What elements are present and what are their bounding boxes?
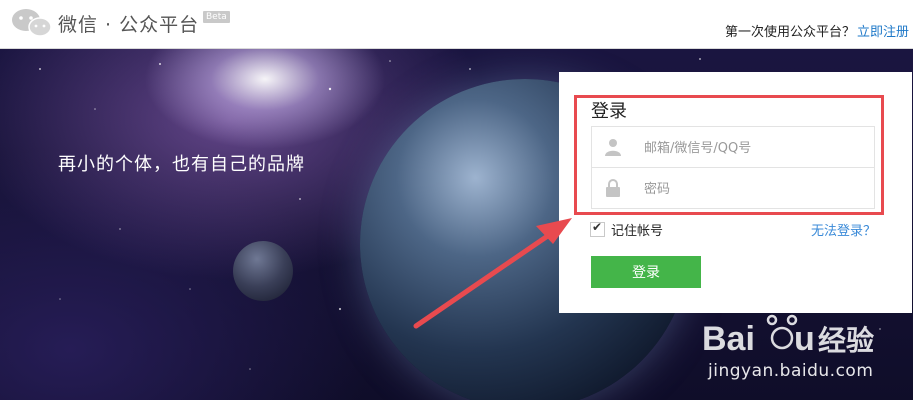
hero-tagline: 再小的个体，也有自己的品牌 <box>58 154 305 175</box>
top-header: 微信 · 公众平台 Beta 第一次使用公众平台？ 立即注册 <box>0 0 913 49</box>
svg-text:Bai: Bai <box>702 320 755 358</box>
checkmark-icon: ✔ <box>592 220 603 234</box>
baidu-jingyan-watermark-logo: Bai u 经验 <box>702 314 874 358</box>
remember-label: 记住帐号 <box>611 224 664 239</box>
first-time-text: 第一次使用公众平台？ <box>725 25 856 40</box>
small-planet <box>233 241 293 301</box>
register-link[interactable]: 立即注册 <box>857 21 909 40</box>
svg-text:经验: 经验 <box>818 324 874 357</box>
wechat-logo-icon <box>12 9 52 37</box>
beta-badge: Beta <box>203 11 230 23</box>
watermark-url: jingyan.baidu.com <box>708 361 874 381</box>
remember-checkbox[interactable]: ✔ <box>590 220 605 237</box>
brand-title: 微信 · 公众平台 <box>58 14 200 36</box>
cant-login-link[interactable]: 无法登录？ <box>811 220 876 239</box>
svg-text:u: u <box>794 320 815 358</box>
login-button[interactable]: 登录 <box>591 256 701 288</box>
annotation-highlight-box <box>574 95 884 215</box>
